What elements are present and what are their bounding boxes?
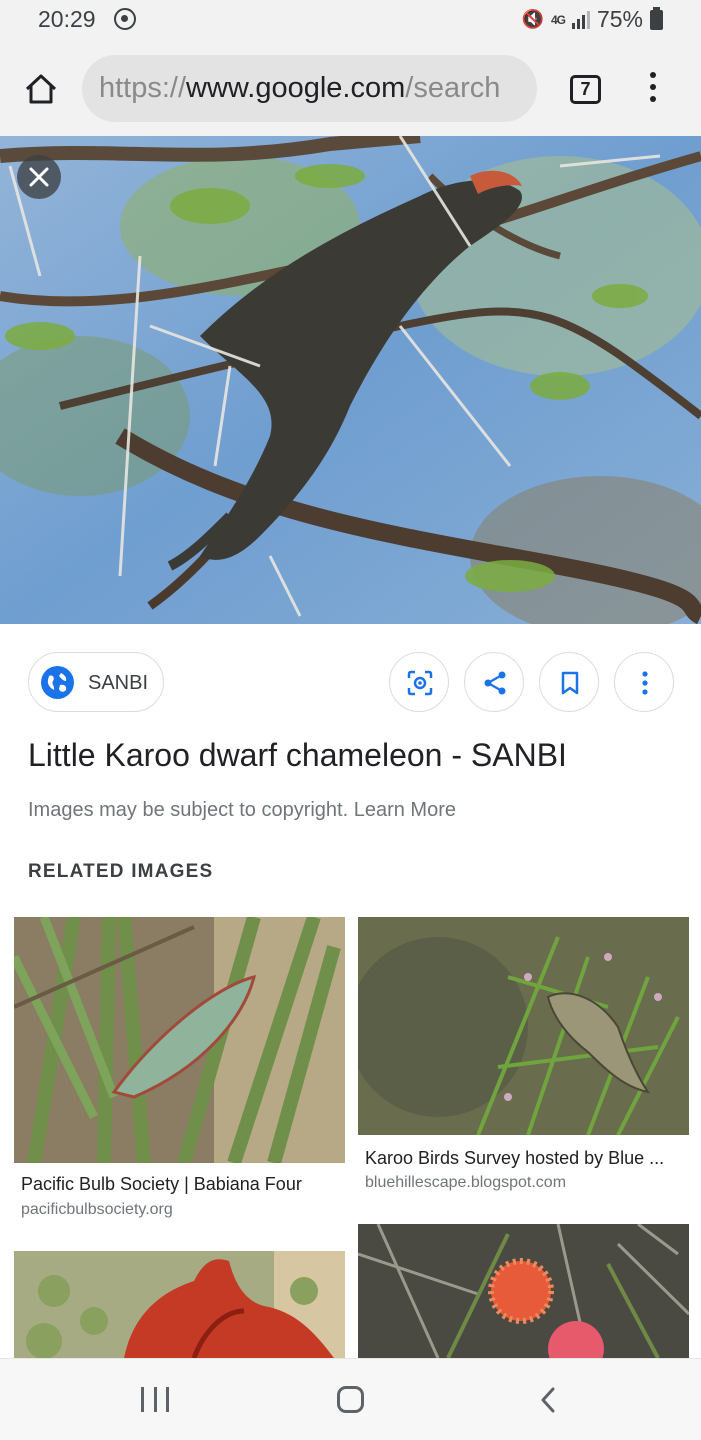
home-icon[interactable] xyxy=(24,72,58,106)
status-time: 20:29 xyxy=(38,6,96,32)
related-caption[interactable]: Karoo Birds Survey hosted by Blue ... xyxy=(365,1148,685,1169)
source-chip[interactable]: SANBI xyxy=(28,652,164,712)
whatsapp-icon xyxy=(114,8,136,30)
network-icon: 4G xyxy=(550,12,566,27)
related-images-heading: RELATED IMAGES xyxy=(28,861,214,882)
bookmark-icon xyxy=(561,671,579,695)
recent-apps-icon[interactable] xyxy=(141,1387,169,1412)
battery-percent: 75% xyxy=(596,6,643,32)
close-icon[interactable] xyxy=(17,155,61,199)
system-nav-bar xyxy=(0,1358,701,1440)
home-circle-icon[interactable] xyxy=(337,1386,364,1413)
related-thumbnail[interactable] xyxy=(358,917,689,1135)
copyright-notice[interactable]: Images may be subject to copyright. Lear… xyxy=(28,799,456,822)
more-options-button[interactable] xyxy=(614,652,674,712)
image-title[interactable]: Little Karoo dwarf chameleon - SANBI xyxy=(28,737,567,774)
related-caption[interactable]: Pacific Bulb Society | Babiana Four xyxy=(21,1174,339,1195)
back-icon[interactable] xyxy=(538,1387,558,1413)
more-vert-icon xyxy=(642,671,648,695)
tab-switcher-button[interactable]: 7 xyxy=(570,75,601,104)
lens-button[interactable] xyxy=(389,652,449,712)
share-icon xyxy=(484,671,506,695)
related-domain: bluehillescape.blogspot.com xyxy=(365,1174,567,1191)
status-bar: 20:29 🔇 4G 75% xyxy=(0,0,701,40)
main-image xyxy=(0,136,701,624)
more-vert-icon[interactable] xyxy=(643,70,663,110)
share-button[interactable] xyxy=(464,652,524,712)
related-thumbnail[interactable] xyxy=(14,917,345,1163)
related-thumbnail[interactable] xyxy=(14,1251,345,1358)
related-thumbnail[interactable] xyxy=(358,1224,689,1358)
bookmark-button[interactable] xyxy=(539,652,599,712)
browser-toolbar: https://www.google.com/search 7 xyxy=(0,40,701,136)
mute-icon: 🔇 xyxy=(521,9,544,29)
related-domain: pacificbulbsociety.org xyxy=(21,1201,173,1218)
lens-icon xyxy=(407,670,433,696)
battery-icon xyxy=(650,6,663,30)
globe-icon xyxy=(41,666,74,699)
url-text: https://www.google.com/search xyxy=(99,72,501,104)
signal-icon xyxy=(571,10,590,29)
url-bar[interactable]: https://www.google.com/search xyxy=(82,55,537,122)
source-label: SANBI xyxy=(88,672,149,694)
status-indicators: 🔇 4G 75% xyxy=(522,6,663,33)
